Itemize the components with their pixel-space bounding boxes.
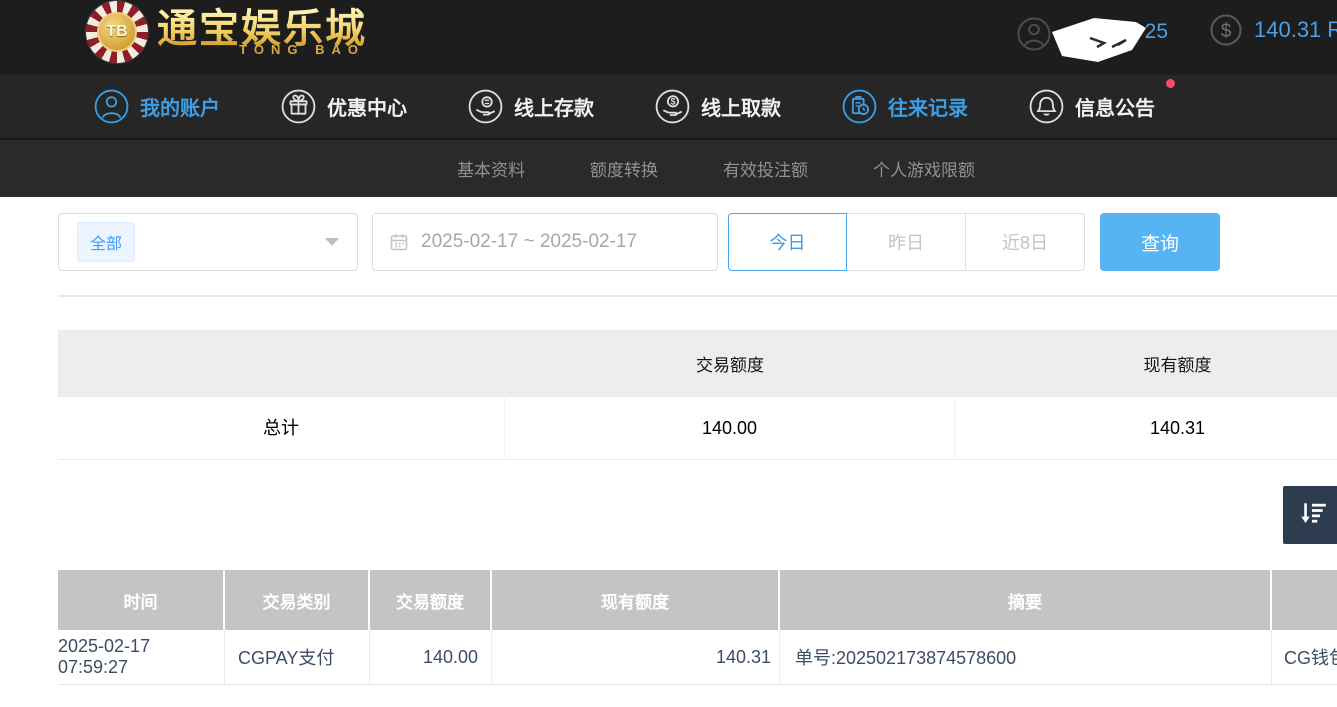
section-divider: [58, 295, 1337, 297]
redaction-scribble: [1050, 16, 1154, 64]
clipboard-clock-icon: [841, 88, 878, 125]
user-avatar-icon: [1016, 16, 1052, 52]
user-circle-icon: [93, 88, 130, 125]
transactions-table-header: 时间 交易类别 交易额度 现有额度 摘要 备注: [58, 570, 1337, 630]
selected-type-tag: 全部: [77, 222, 135, 262]
summary-table: 交易额度 现有额度 总计 140.00 140.31: [58, 330, 1337, 460]
transactions-table: 时间 交易类别 交易额度 现有额度 摘要 备注 2025-02-17 07:59…: [58, 570, 1337, 685]
cell-time: 2025-02-17 07:59:27: [58, 630, 225, 684]
nav-item-transaction-records[interactable]: 往来记录: [841, 88, 968, 125]
col-header-time: 时间: [58, 570, 225, 630]
cell-trade-amount: 140.00: [370, 630, 492, 684]
sort-button[interactable]: [1283, 486, 1337, 544]
gift-icon: [280, 88, 317, 125]
search-button[interactable]: 查询: [1100, 213, 1220, 271]
bell-icon: [1028, 88, 1065, 125]
summary-header-current-amount: 现有额度: [955, 351, 1337, 376]
content-area: 全部 2025-02-17 ~ 2025-02-17 今日 昨日 近8日 查询 …: [0, 197, 1337, 707]
col-header-type: 交易类别: [225, 570, 370, 630]
nav-item-online-deposit[interactable]: 线上存款: [467, 88, 594, 125]
transaction-records-page: TB 通宝娱乐城 TONG BAO 25: [0, 0, 1337, 707]
nav-item-announcements[interactable]: 信息公告: [1028, 88, 1155, 125]
notification-dot: [1166, 79, 1175, 88]
date-range-value: 2025-02-17 ~ 2025-02-17: [421, 231, 637, 253]
nav-label: 信息公告: [1075, 92, 1155, 121]
nav-label: 往来记录: [888, 92, 968, 121]
summary-current-amount: 140.31: [955, 397, 1337, 460]
svg-text:$: $: [671, 96, 676, 106]
summary-total-label: 总计: [58, 397, 505, 460]
subnav-item-valid-bets[interactable]: 有效投注额: [723, 156, 808, 181]
poker-chip-icon: TB: [86, 1, 148, 63]
summary-trade-amount: 140.00: [505, 397, 955, 460]
quick-date-buttons: 今日 昨日 近8日: [728, 213, 1085, 271]
table-row: 2025-02-17 07:59:27 CGPAY支付 140.00 140.3…: [58, 630, 1337, 685]
main-nav: 我的账户 优惠中心 线上存款: [0, 75, 1337, 138]
cell-current-amount: 140.31: [492, 630, 780, 684]
type-select[interactable]: 全部: [58, 213, 358, 271]
subnav-item-quota-transfer[interactable]: 额度转换: [590, 156, 658, 181]
brand-name-en: TONG BAO: [157, 42, 367, 57]
last-8-days-button[interactable]: 近8日: [966, 213, 1085, 271]
withdraw-hand-dollar-icon: $: [654, 88, 691, 125]
sort-descending-icon: [1297, 499, 1329, 531]
subnav-item-basic-info[interactable]: 基本资料: [457, 156, 525, 181]
nav-item-my-account[interactable]: 我的账户: [93, 88, 220, 125]
chip-monogram: TB: [97, 12, 137, 52]
col-header-current-amount: 现有额度: [492, 570, 780, 630]
balance-amount: 140.31: [1254, 17, 1321, 43]
balance-display[interactable]: $ 140.31 R: [1210, 14, 1337, 46]
summary-total-row: 总计 140.00 140.31: [58, 397, 1337, 460]
date-range-input[interactable]: 2025-02-17 ~ 2025-02-17: [372, 213, 718, 271]
svg-text:$: $: [1221, 21, 1232, 42]
deposit-hand-coin-icon: [467, 88, 504, 125]
nav-item-promotions[interactable]: 优惠中心: [280, 88, 407, 125]
nav-label: 线上存款: [514, 92, 594, 121]
top-header: TB 通宝娱乐城 TONG BAO 25: [0, 0, 1337, 75]
calendar-icon: [389, 232, 409, 252]
dollar-icon: $: [1210, 14, 1242, 46]
summary-header-trade-amount: 交易额度: [505, 351, 955, 376]
col-header-trade-amount: 交易额度: [370, 570, 492, 630]
summary-table-header: 交易额度 现有额度: [58, 330, 1337, 397]
cell-summary: 单号:202502173874578600: [780, 630, 1272, 684]
nav-label: 优惠中心: [327, 92, 407, 121]
sub-nav: 基本资料 额度转换 有效投注额 个人游戏限额: [0, 138, 1337, 197]
subnav-item-game-limits[interactable]: 个人游戏限额: [873, 156, 975, 181]
yesterday-button[interactable]: 昨日: [847, 213, 966, 271]
chevron-down-icon: [325, 238, 339, 246]
cell-type: CGPAY支付: [225, 630, 370, 684]
nav-label: 我的账户: [140, 92, 220, 121]
col-header-summary: 摘要: [780, 570, 1272, 630]
nav-item-online-withdraw[interactable]: $ 线上取款: [654, 88, 781, 125]
account-menu[interactable]: 25: [1016, 12, 1168, 56]
brand-logo[interactable]: TB 通宝娱乐城 TONG BAO: [86, 1, 367, 63]
balance-currency-partial: R: [1327, 17, 1337, 43]
col-header-remark: 备注: [1272, 570, 1337, 630]
nav-label: 线上取款: [701, 92, 781, 121]
cell-remark: CG钱包: [1272, 630, 1337, 684]
today-button[interactable]: 今日: [728, 213, 847, 271]
